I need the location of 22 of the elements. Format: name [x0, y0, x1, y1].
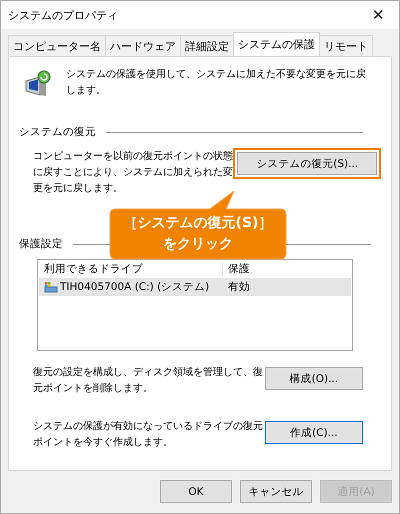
create-button[interactable]: 作成(C)...: [264, 421, 363, 444]
column-header[interactable]: 利用できるドライブ: [39, 262, 223, 276]
drive-row[interactable]: TIH0405700A (C:) (システム) 有効: [39, 278, 351, 296]
configure-button[interactable]: 構成(O)...: [264, 367, 363, 390]
protection-status: 有効: [227, 280, 251, 294]
section-heading: システムの復元: [19, 125, 96, 139]
tab[interactable]: システムの保護: [233, 32, 320, 56]
create-description: システムの保護が有効になっているドライブの復元ポイントを今すぐ作成します。: [33, 420, 264, 450]
tab[interactable]: コンピューター名: [8, 35, 106, 56]
close-button[interactable]: ✕: [368, 6, 389, 24]
configure-description: 復元の設定を構成し、ディスク領域を管理して、復元ポイントを削除します。: [33, 366, 264, 396]
window-title: システムのプロパティ: [8, 8, 118, 22]
column-header[interactable]: 保護: [223, 262, 351, 276]
section-heading: 保護設定: [19, 237, 63, 251]
dialog-button[interactable]: キャンセル: [240, 480, 312, 503]
callout-text: ［システムの復元(S)］をクリック: [122, 214, 274, 254]
drive-icon: [44, 281, 58, 293]
tab[interactable]: リモート: [319, 35, 373, 56]
drive-name: TIH0405700A (C:) (システム): [39, 280, 223, 294]
intro-text: システムの保護を使用して、システムに加えた不要な変更を元に戻します。: [66, 68, 366, 98]
restore-description: コンピューターを以前の復元ポイントの状態に戻すことにより、システムに加えられた変更を元に戻します。: [33, 150, 234, 196]
dialog-button[interactable]: OK: [160, 480, 232, 503]
